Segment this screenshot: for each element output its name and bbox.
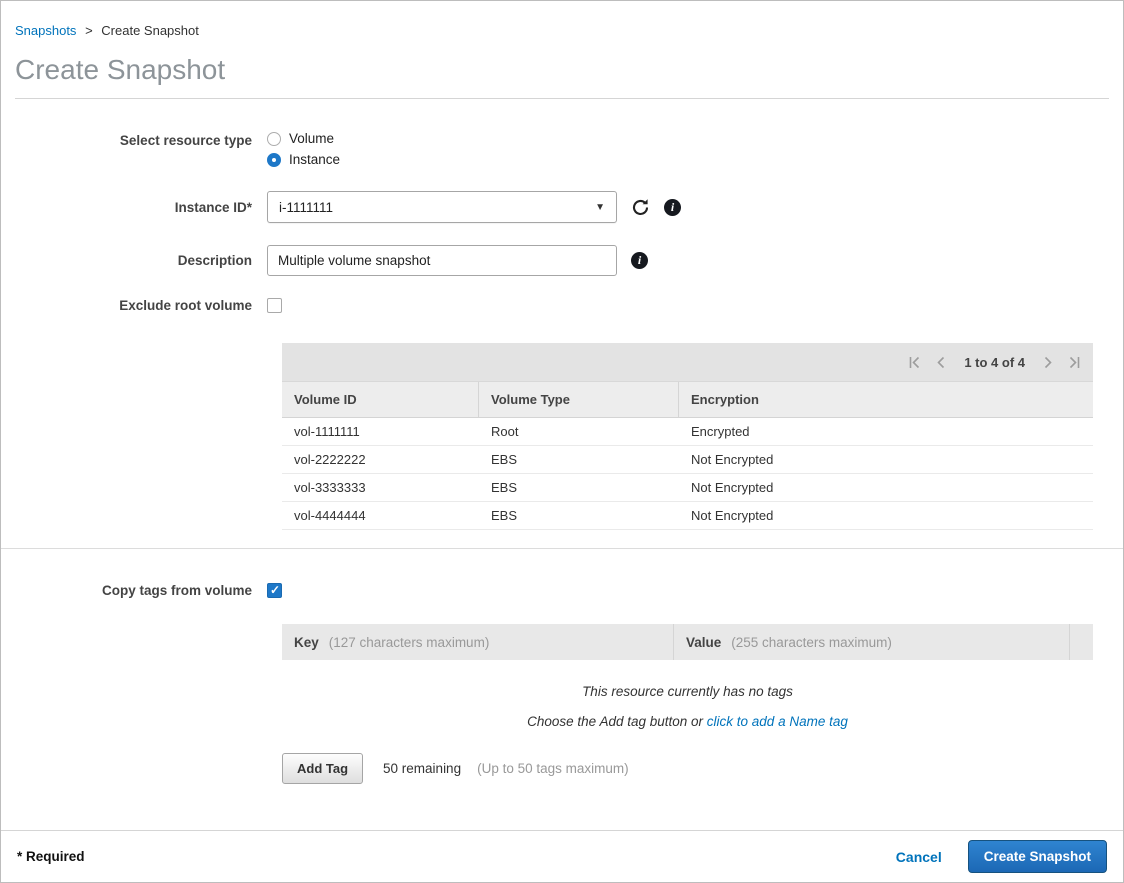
cell-volume-id: vol-1111111 [282, 424, 479, 439]
resource-type-label: Select resource type [1, 131, 267, 148]
instance-info-icon[interactable]: i [664, 199, 681, 216]
cell-encryption: Not Encrypted [679, 480, 1093, 495]
instance-id-label: Instance ID* [1, 200, 267, 215]
tags-table-header: Key (127 characters maximum) Value (255 … [282, 624, 1093, 660]
table-row: vol-2222222 EBS Not Encrypted [282, 446, 1093, 474]
instance-id-select[interactable]: i-1111111 ▼ [267, 191, 617, 223]
resource-type-radio-group: Volume Instance [267, 131, 340, 167]
radio-icon-instance [267, 153, 281, 167]
tags-value-label: Value [686, 635, 721, 650]
breadcrumb-separator: > [85, 23, 93, 38]
copy-tags-row: Copy tags from volume [1, 583, 1123, 598]
table-row: vol-4444444 EBS Not Encrypted [282, 502, 1093, 530]
pagination-last-icon[interactable] [1068, 356, 1081, 369]
description-label: Description [1, 253, 267, 268]
description-info-icon[interactable]: i [631, 252, 648, 269]
tags-empty-text: This resource currently has no tags [282, 684, 1093, 699]
table-row: vol-3333333 EBS Not Encrypted [282, 474, 1093, 502]
create-snapshot-button[interactable]: Create Snapshot [968, 840, 1107, 873]
add-tag-button[interactable]: Add Tag [282, 753, 363, 784]
volumes-table: 1 to 4 of 4 Volume ID Volume Type Encryp… [282, 343, 1093, 530]
pagination-next-icon[interactable] [1041, 356, 1054, 369]
radio-icon-volume [267, 132, 281, 146]
section-divider [1, 548, 1123, 549]
breadcrumb-snapshots-link[interactable]: Snapshots [15, 23, 76, 38]
radio-label-instance: Instance [289, 152, 340, 167]
exclude-root-label: Exclude root volume [1, 298, 267, 313]
tags-hint-line: Choose the Add tag button or click to ad… [282, 714, 1093, 729]
description-row: Description i [1, 245, 1123, 276]
cell-volume-id: vol-2222222 [282, 452, 479, 467]
tags-hint-prefix: Choose the Add tag button or [527, 714, 707, 729]
table-pagination: 1 to 4 of 4 [282, 343, 1093, 381]
instance-id-row: Instance ID* i-1111111 ▼ i [1, 191, 1123, 223]
instance-id-value: i-1111111 [279, 200, 333, 215]
chevron-down-icon: ▼ [595, 202, 605, 213]
column-header-volume-type: Volume Type [479, 382, 679, 417]
tags-key-header-cell: Key (127 characters maximum) [282, 624, 674, 660]
copy-tags-checkbox[interactable] [267, 583, 282, 598]
refresh-icon[interactable] [631, 198, 650, 217]
radio-option-volume[interactable]: Volume [267, 131, 340, 146]
table-row: vol-1111111 Root Encrypted [282, 418, 1093, 446]
cell-volume-id: vol-4444444 [282, 508, 479, 523]
tags-value-header-cell: Value (255 characters maximum) [674, 624, 1069, 660]
cell-volume-id: vol-3333333 [282, 480, 479, 495]
page-title: Create Snapshot [15, 54, 1109, 86]
footer-bar: * Required Cancel Create Snapshot [1, 830, 1123, 882]
description-input[interactable] [267, 245, 617, 276]
cell-encryption: Encrypted [679, 424, 1093, 439]
volumes-table-header: Volume ID Volume Type Encryption [282, 381, 1093, 418]
breadcrumb-current: Create Snapshot [101, 23, 199, 38]
column-header-volume-id: Volume ID [282, 382, 479, 417]
add-tag-row: Add Tag 50 remaining (Up to 50 tags maxi… [282, 753, 1093, 784]
cancel-button[interactable]: Cancel [896, 849, 942, 865]
required-note: * Required [17, 849, 85, 864]
radio-option-instance[interactable]: Instance [267, 152, 340, 167]
create-snapshot-page: Snapshots > Create Snapshot Create Snaps… [0, 0, 1124, 883]
cell-encryption: Not Encrypted [679, 508, 1093, 523]
pagination-prev-icon[interactable] [935, 356, 948, 369]
exclude-root-checkbox[interactable] [267, 298, 282, 313]
cell-volume-type: EBS [479, 480, 679, 495]
tags-key-hint: (127 characters maximum) [329, 635, 490, 650]
cell-volume-type: Root [479, 424, 679, 439]
tags-key-label: Key [294, 635, 319, 650]
exclude-root-row: Exclude root volume [1, 298, 1123, 313]
add-name-tag-link[interactable]: click to add a Name tag [707, 714, 848, 729]
title-divider [15, 98, 1109, 99]
copy-tags-label: Copy tags from volume [1, 583, 267, 598]
breadcrumb: Snapshots > Create Snapshot [1, 1, 1123, 38]
cell-encryption: Not Encrypted [679, 452, 1093, 467]
column-header-encryption: Encryption [679, 382, 1093, 417]
cell-volume-type: EBS [479, 508, 679, 523]
cell-volume-type: EBS [479, 452, 679, 467]
resource-type-row: Select resource type Volume Instance [1, 131, 1123, 167]
tags-value-hint: (255 characters maximum) [731, 635, 892, 650]
tags-remaining-text: 50 remaining [383, 761, 461, 776]
tags-header-spacer [1069, 624, 1093, 660]
pagination-first-icon[interactable] [908, 356, 921, 369]
radio-label-volume: Volume [289, 131, 334, 146]
tags-table: Key (127 characters maximum) Value (255 … [282, 624, 1093, 729]
tags-max-hint: (Up to 50 tags maximum) [477, 761, 629, 776]
pagination-range-text: 1 to 4 of 4 [964, 355, 1025, 370]
